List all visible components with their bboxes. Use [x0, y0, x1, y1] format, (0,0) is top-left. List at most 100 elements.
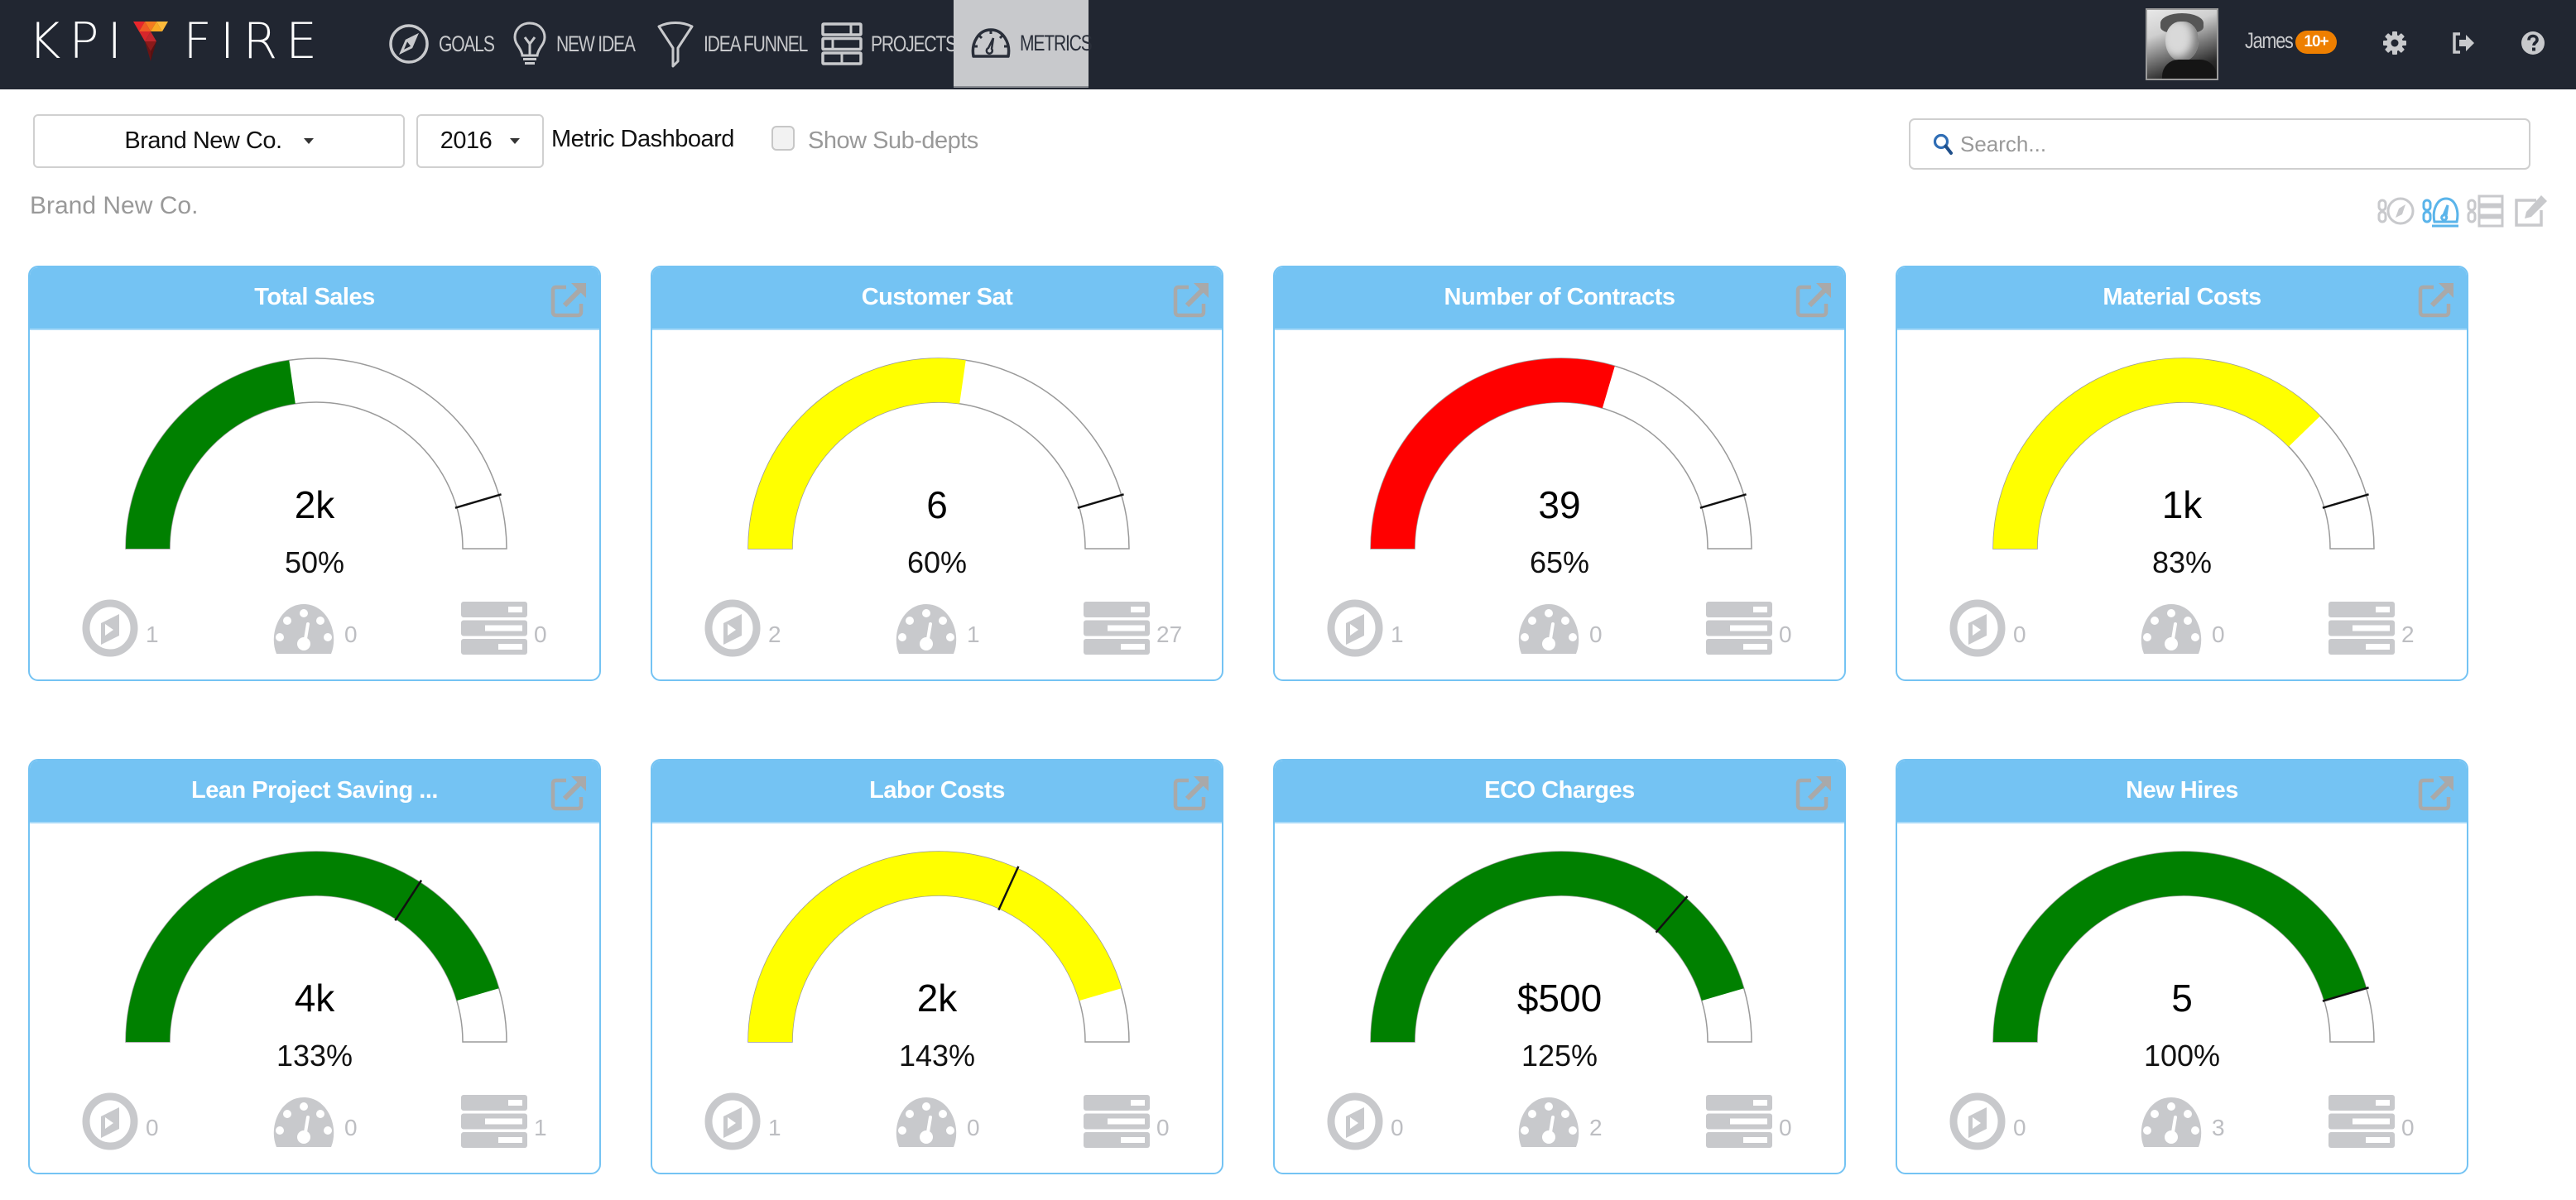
edit-icon[interactable]	[2511, 194, 2550, 228]
external-link-icon[interactable]	[2417, 774, 2455, 812]
card-header: Labor Costs	[652, 761, 1222, 823]
compass-icon	[389, 24, 429, 64]
external-link-icon[interactable]	[1172, 774, 1210, 812]
nav-metrics[interactable]: METRICS	[954, 0, 1093, 88]
linked-projects-count[interactable]: 1	[461, 1092, 547, 1151]
metric-card-4[interactable]: Material Costs 1k 83% 0 0 2	[1896, 266, 2468, 681]
notification-badge[interactable]: 10+	[2295, 31, 2337, 54]
year-select[interactable]: 2016	[416, 114, 544, 168]
metric-card-6[interactable]: Labor Costs 2k 143% 1 0 0	[651, 759, 1223, 1174]
kpifire-logo[interactable]: KPI FIRE	[28, 12, 326, 70]
compass-icon	[704, 1092, 761, 1150]
linked-goals-count[interactable]: 0	[81, 1092, 159, 1151]
gear-icon[interactable]	[2381, 30, 2408, 56]
search-icon	[1933, 133, 1953, 155]
linked-metrics-count[interactable]: 3	[2137, 1092, 2225, 1151]
linked-metrics-count[interactable]: 0	[270, 1092, 358, 1151]
dashboard-gauge-icon	[896, 1097, 957, 1147]
linked-metrics-count[interactable]: 0	[1515, 598, 1603, 658]
logo-text-fire: FIRE	[183, 12, 326, 70]
linked-goals-count[interactable]: 0	[1949, 598, 2026, 658]
metric-card-8[interactable]: New Hires 5 100% 0 3 0	[1896, 759, 2468, 1174]
linked-goals-count[interactable]: 1	[81, 598, 159, 658]
linked-projects-count[interactable]: 27	[1084, 598, 1182, 658]
avatar-coat	[2162, 60, 2217, 79]
external-link-icon[interactable]	[1795, 774, 1833, 812]
external-link-icon[interactable]	[1172, 281, 1210, 319]
card-title[interactable]: New Hires	[1897, 777, 2467, 804]
gauge-chart	[1370, 851, 1752, 1043]
card-title[interactable]: Labor Costs	[652, 777, 1222, 804]
user-avatar[interactable]	[2146, 8, 2218, 80]
metric-card-7[interactable]: ECO Charges $500 125% 0 2 0	[1273, 759, 1846, 1174]
metric-percent-of-target: 133%	[276, 1039, 353, 1073]
metric-card-1[interactable]: Total Sales 2k 50% 1 0 0	[28, 266, 601, 681]
metric-card-5[interactable]: Lean Project Saving ... 4k 133% 0 0 1	[28, 759, 601, 1174]
linked-projects-view-icon[interactable]	[2467, 194, 2505, 228]
goals-count: 1	[768, 1115, 781, 1140]
card-title[interactable]: Lean Project Saving ...	[30, 777, 599, 804]
linked-projects-count[interactable]: 0	[2328, 1092, 2415, 1151]
external-link-icon[interactable]	[550, 774, 588, 812]
linked-goals-count[interactable]: 1	[1326, 598, 1404, 658]
projects-count: 27	[1156, 622, 1183, 647]
external-link-icon[interactable]	[1795, 281, 1833, 319]
card-title[interactable]: ECO Charges	[1275, 777, 1844, 804]
linked-goals-count[interactable]: 2	[704, 598, 781, 658]
linked-projects-count[interactable]: 0	[1706, 1092, 1792, 1151]
dashboard-gauge-icon	[273, 1097, 334, 1147]
card-title[interactable]: Material Costs	[1897, 284, 2467, 311]
search-box[interactable]	[1909, 118, 2530, 170]
linked-metrics-count[interactable]: 2	[1515, 1092, 1603, 1151]
view-switcher	[2377, 194, 2550, 228]
nav-goals[interactable]: GOALS	[387, 0, 510, 88]
linked-projects-count[interactable]: 0	[461, 598, 547, 658]
metric-card-2[interactable]: Customer Sat 6 60% 2 1 27	[651, 266, 1223, 681]
compass-icon	[1949, 1092, 2006, 1150]
linked-projects-count[interactable]: 2	[2328, 598, 2415, 658]
linked-goals-count[interactable]: 0	[1326, 1092, 1404, 1151]
linked-goals-count[interactable]: 1	[704, 1092, 781, 1151]
lightbulb-icon	[513, 22, 546, 65]
nav-idea-funnel[interactable]: IDEA FUNNEL	[656, 0, 837, 88]
department-select[interactable]: Brand New Co.	[33, 114, 405, 168]
nav-goals-label: GOALS	[439, 31, 495, 56]
metric-card-3[interactable]: Number of Contracts 39 65% 1 0 0	[1273, 266, 1846, 681]
linked-metrics-view-icon[interactable]	[2422, 194, 2460, 228]
card-header: Total Sales	[30, 267, 599, 330]
show-subdepts-label[interactable]: Show Sub-depts	[808, 127, 978, 155]
linked-goals-view-icon[interactable]	[2377, 194, 2415, 228]
user-name[interactable]: James	[2245, 28, 2294, 54]
card-header: Customer Sat	[652, 267, 1222, 330]
projects-icon	[2328, 602, 2395, 655]
linked-goals-count[interactable]: 0	[1949, 1092, 2026, 1151]
breadcrumb: Brand New Co.	[30, 192, 199, 219]
logo-text-kpi: KPI	[28, 12, 131, 70]
card-title[interactable]: Number of Contracts	[1275, 284, 1844, 311]
goals-count: 0	[1391, 1115, 1404, 1140]
search-input[interactable]	[1960, 131, 2523, 157]
card-header: New Hires	[1897, 761, 2467, 823]
external-link-icon[interactable]	[550, 281, 588, 319]
linked-metrics-count[interactable]: 0	[270, 598, 358, 658]
show-subdepts-checkbox[interactable]	[771, 126, 795, 151]
nav-new-idea[interactable]: NEW IDEA	[512, 0, 657, 88]
projects-count: 2	[2401, 622, 2415, 647]
metric-value: 6	[926, 483, 948, 526]
external-link-icon[interactable]	[2417, 281, 2455, 319]
linked-metrics-count[interactable]: 0	[892, 1092, 980, 1151]
linked-projects-count[interactable]: 0	[1706, 598, 1792, 658]
department-select-value: Brand New Co.	[124, 127, 282, 154]
linked-projects-count[interactable]: 0	[1084, 1092, 1170, 1151]
metrics-count: 0	[344, 1115, 358, 1140]
question-circle-icon[interactable]	[2520, 30, 2546, 56]
gauge-chart	[1992, 851, 2375, 1043]
card-title[interactable]: Customer Sat	[652, 284, 1222, 311]
card-title[interactable]: Total Sales	[30, 284, 599, 311]
projects-icon	[461, 1095, 527, 1148]
linked-metrics-count[interactable]: 0	[2137, 598, 2225, 658]
projects-icon	[1706, 1095, 1772, 1148]
sign-out-icon[interactable]	[2450, 30, 2477, 56]
linked-metrics-count[interactable]: 1	[892, 598, 980, 658]
metric-percent-of-target: 83%	[2151, 545, 2213, 579]
